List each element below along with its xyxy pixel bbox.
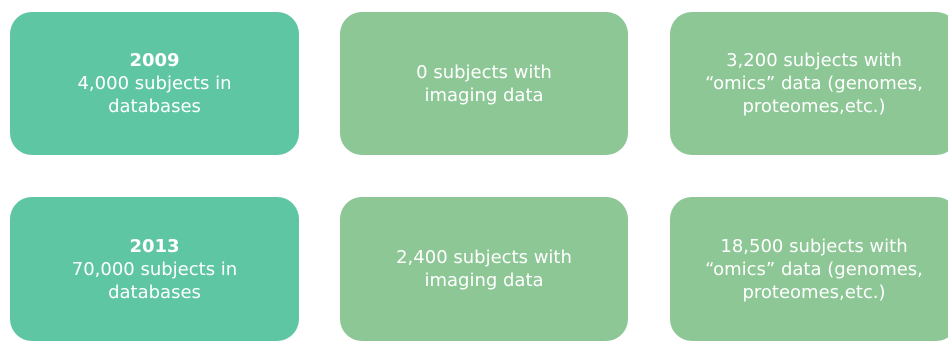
- year-label: 2013: [129, 235, 180, 257]
- card-text-line: proteomes,etc.): [742, 281, 886, 303]
- card-text-line: 2,400 subjects with: [396, 247, 572, 268]
- imaging-card-2013: 2,400 subjects with imaging data: [340, 197, 628, 341]
- year-label: 2009: [129, 50, 180, 71]
- card-text-line: 3,200 subjects with: [726, 50, 902, 71]
- card-text-line: 0 subjects with: [416, 61, 552, 83]
- card-text-line: proteomes,etc.): [742, 96, 886, 117]
- card-text-line: databases: [108, 96, 201, 117]
- card-text-line: 18,500 subjects with: [720, 235, 908, 257]
- card-text-line: imaging data: [424, 84, 544, 106]
- card-text-line: “omics” data (genomes,: [705, 258, 923, 280]
- card-text-line: “omics” data (genomes,: [705, 73, 923, 94]
- databases-card-2013: 2013 70,000 subjects in databases: [10, 197, 299, 341]
- card-text-line: imaging data: [424, 270, 544, 291]
- card-text-line: databases: [108, 281, 201, 303]
- card-text-line: 4,000 subjects in: [77, 73, 232, 94]
- databases-card-2009: 2009 4,000 subjects in databases: [10, 12, 299, 155]
- omics-card-2013: 18,500 subjects with “omics” data (genom…: [670, 197, 948, 341]
- imaging-card-2009: 0 subjects with imaging data: [340, 12, 628, 155]
- card-text-line: 70,000 subjects in: [71, 258, 238, 280]
- omics-card-2009: 3,200 subjects with “omics” data (genome…: [670, 12, 948, 155]
